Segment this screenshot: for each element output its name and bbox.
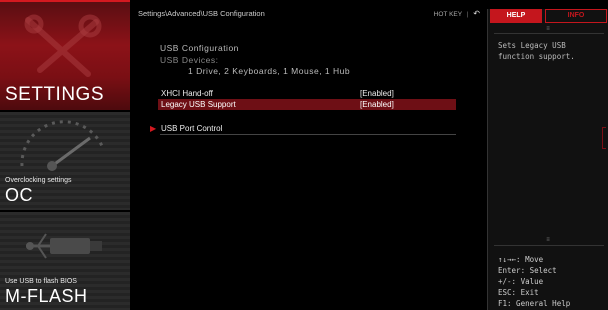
section-title: USB Configuration <box>160 43 239 53</box>
nav-tile-settings[interactable]: SETTINGS <box>0 0 130 110</box>
option-value[interactable]: [Enabled] <box>360 100 394 109</box>
help-divider <box>494 245 604 246</box>
key-hint-help: F1: General Help <box>498 299 571 308</box>
settings-tools-icon <box>24 14 102 77</box>
key-hint-select: Enter: Select <box>498 266 557 275</box>
submenu-arrow-icon: ▶ <box>150 124 157 133</box>
help-description: Sets Legacy USB function support. <box>498 41 575 61</box>
help-divider <box>494 33 604 34</box>
main-panel: Settings\Advanced\USB Configuration HOT … <box>138 8 484 308</box>
option-row-xhci-handoff[interactable]: XHCI Hand-off [Enabled] <box>158 88 456 99</box>
hotkey-separator: | <box>466 11 469 18</box>
mflash-subtitle: Use USB to flash BIOS <box>5 278 77 285</box>
help-tabs: HELP INFO <box>488 9 608 23</box>
left-navigation: SETTINGS Overclocking settings OC Use US… <box>0 0 130 310</box>
option-label: Legacy USB Support <box>161 100 236 109</box>
oc-title: OC <box>5 185 33 205</box>
scroll-down-indicator[interactable]: ≡ <box>536 237 560 243</box>
header-bar: Settings\Advanced\USB Configuration HOT … <box>138 8 484 22</box>
key-hint-move: ↑↓→←: Move <box>498 255 544 264</box>
oc-subtitle: Overclocking settings <box>5 177 72 184</box>
tab-info[interactable]: INFO <box>545 9 607 23</box>
breadcrumb: Settings\Advanced\USB Configuration <box>138 9 265 18</box>
hotkey-label[interactable]: HOT KEY <box>434 11 462 18</box>
option-value[interactable]: [Enabled] <box>360 89 394 98</box>
usb-flash-icon <box>26 233 102 259</box>
back-arrow-icon[interactable]: ↶ <box>473 9 480 18</box>
settings-title: SETTINGS <box>5 84 105 105</box>
usb-devices-value: 1 Drive, 2 Keyboards, 1 Mouse, 1 Hub <box>188 66 351 76</box>
option-row-legacy-usb-support[interactable]: Legacy USB Support [Enabled] <box>158 99 456 110</box>
key-hint-value: +/-: Value <box>498 277 544 286</box>
submenu-divider <box>160 134 456 135</box>
mflash-title: M-FLASH <box>5 286 88 306</box>
option-label: XHCI Hand-off <box>161 89 213 98</box>
key-hint-exit: ESC: Exit <box>498 288 539 297</box>
nav-tile-mflash[interactable]: Use USB to flash BIOS M-FLASH <box>0 212 130 310</box>
usb-devices-label: USB Devices: <box>160 55 219 65</box>
tab-help[interactable]: HELP <box>490 9 542 23</box>
side-scroll-mark <box>602 127 606 149</box>
key-legend: ↑↓→←: Move Enter: Select +/-: Value ESC:… <box>498 254 606 309</box>
oc-gauge-icon <box>20 120 104 171</box>
submenu-label: USB Port Control <box>161 124 223 133</box>
help-panel: HELP INFO ≡ Sets Legacy USB function sup… <box>487 9 608 310</box>
hotkey-area: HOT KEY | ↶ <box>434 9 480 18</box>
nav-tile-oc[interactable]: Overclocking settings OC <box>0 112 130 210</box>
submenu-usb-port-control[interactable]: ▶ USB Port Control <box>150 123 456 135</box>
scroll-up-indicator[interactable]: ≡ <box>536 26 560 32</box>
